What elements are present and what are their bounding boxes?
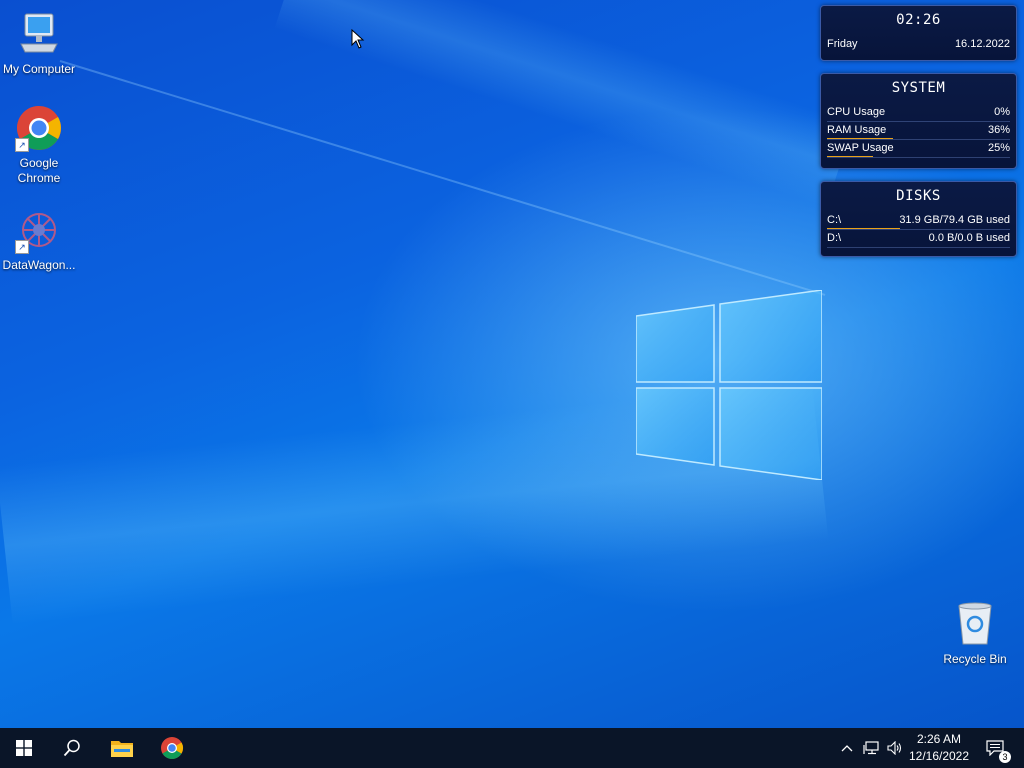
widget-row-divider (827, 157, 1010, 158)
taskbar-date: 12/16/2022 (908, 749, 970, 763)
search-button[interactable] (48, 728, 96, 768)
system-widget: SYSTEM CPU Usage 0% RAM Usage 36% SWAP U… (820, 73, 1017, 169)
widget-clock-date-row: Friday 16.12.2022 (821, 36, 1016, 54)
widget-row-divider (827, 247, 1010, 248)
notification-count-badge: 3 (999, 751, 1011, 763)
widget-row-swap: SWAP Usage 25% (821, 140, 1016, 158)
chrome-icon (161, 737, 183, 759)
taskbar-time: 2:26 AM (916, 732, 962, 746)
usage-bar (827, 138, 893, 139)
icon-label: My Computer (2, 62, 76, 76)
windows-logo-wallpaper (636, 290, 822, 480)
show-hidden-icons-button[interactable] (838, 728, 856, 768)
taskbar-file-explorer[interactable] (98, 728, 146, 768)
taskbar: 2:26 AM 12/16/2022 3 (0, 728, 1024, 768)
speaker-icon (887, 741, 902, 755)
widget-clock-day: Friday (827, 38, 858, 50)
widget-system-title: SYSTEM (891, 80, 946, 96)
chevron-up-icon (841, 745, 853, 752)
desktop-icon-datawagon[interactable]: ↗ DataWagon... (0, 206, 78, 273)
usage-bar (827, 156, 873, 157)
widget-row-value: 31.9 GB/79.4 GB used (899, 214, 1010, 226)
shortcut-arrow-icon: ↗ (15, 240, 29, 254)
widget-clock-time: 02:26 (896, 12, 941, 28)
widget-row-value: 25% (987, 142, 1010, 154)
widget-row-value: 36% (987, 124, 1010, 136)
icon-label: DataWagon... (2, 258, 76, 272)
disks-widget: DISKS C:\ 31.9 GB/79.4 GB used D:\ 0.0 B… (820, 181, 1017, 257)
widget-row-cpu: CPU Usage 0% (821, 104, 1016, 122)
widget-row-label: RAM Usage (827, 124, 887, 136)
computer-icon (15, 10, 63, 58)
widget-row-disk-d: D:\ 0.0 B/0.0 B used (821, 230, 1016, 248)
search-icon (63, 739, 80, 757)
widget-row-label: CPU Usage (827, 106, 886, 118)
recycle-bin-icon (951, 600, 999, 648)
widget-clock-date: 16.12.2022 (954, 38, 1010, 50)
taskbar-clock[interactable]: 2:26 AM 12/16/2022 (902, 731, 976, 765)
datawagon-icon: ↗ (15, 206, 63, 254)
windows-start-icon (16, 740, 32, 756)
clock-widget: 02:26 Friday 16.12.2022 (820, 5, 1017, 61)
desktop-icon-google-chrome[interactable]: ↗ Google Chrome (0, 104, 78, 186)
icon-label: Google Chrome (17, 156, 61, 185)
desktop-icon-my-computer[interactable]: My Computer (0, 10, 78, 77)
desktop-icon-recycle-bin[interactable]: Recycle Bin (936, 600, 1014, 667)
widget-row-value: 0.0 B/0.0 B used (928, 232, 1010, 244)
network-icon (863, 741, 879, 755)
widget-row-label: D:\ (827, 232, 842, 244)
widget-row-label: C:\ (827, 214, 842, 226)
usage-bar (827, 228, 900, 229)
widget-row-label: SWAP Usage (827, 142, 894, 154)
mouse-cursor-icon (351, 29, 365, 49)
file-explorer-icon (111, 741, 133, 757)
widget-row-value: 0% (994, 106, 1010, 118)
taskbar-chrome[interactable] (148, 728, 196, 768)
shortcut-arrow-icon: ↗ (15, 138, 29, 152)
widget-row-disk-c: C:\ 31.9 GB/79.4 GB used (821, 212, 1016, 230)
icon-label: Recycle Bin (943, 652, 1007, 666)
widget-disks-title: DISKS (896, 188, 941, 204)
network-button[interactable] (860, 728, 882, 768)
widget-row-ram: RAM Usage 36% (821, 122, 1016, 140)
start-button[interactable] (0, 728, 48, 768)
chrome-icon: ↗ (15, 104, 63, 152)
